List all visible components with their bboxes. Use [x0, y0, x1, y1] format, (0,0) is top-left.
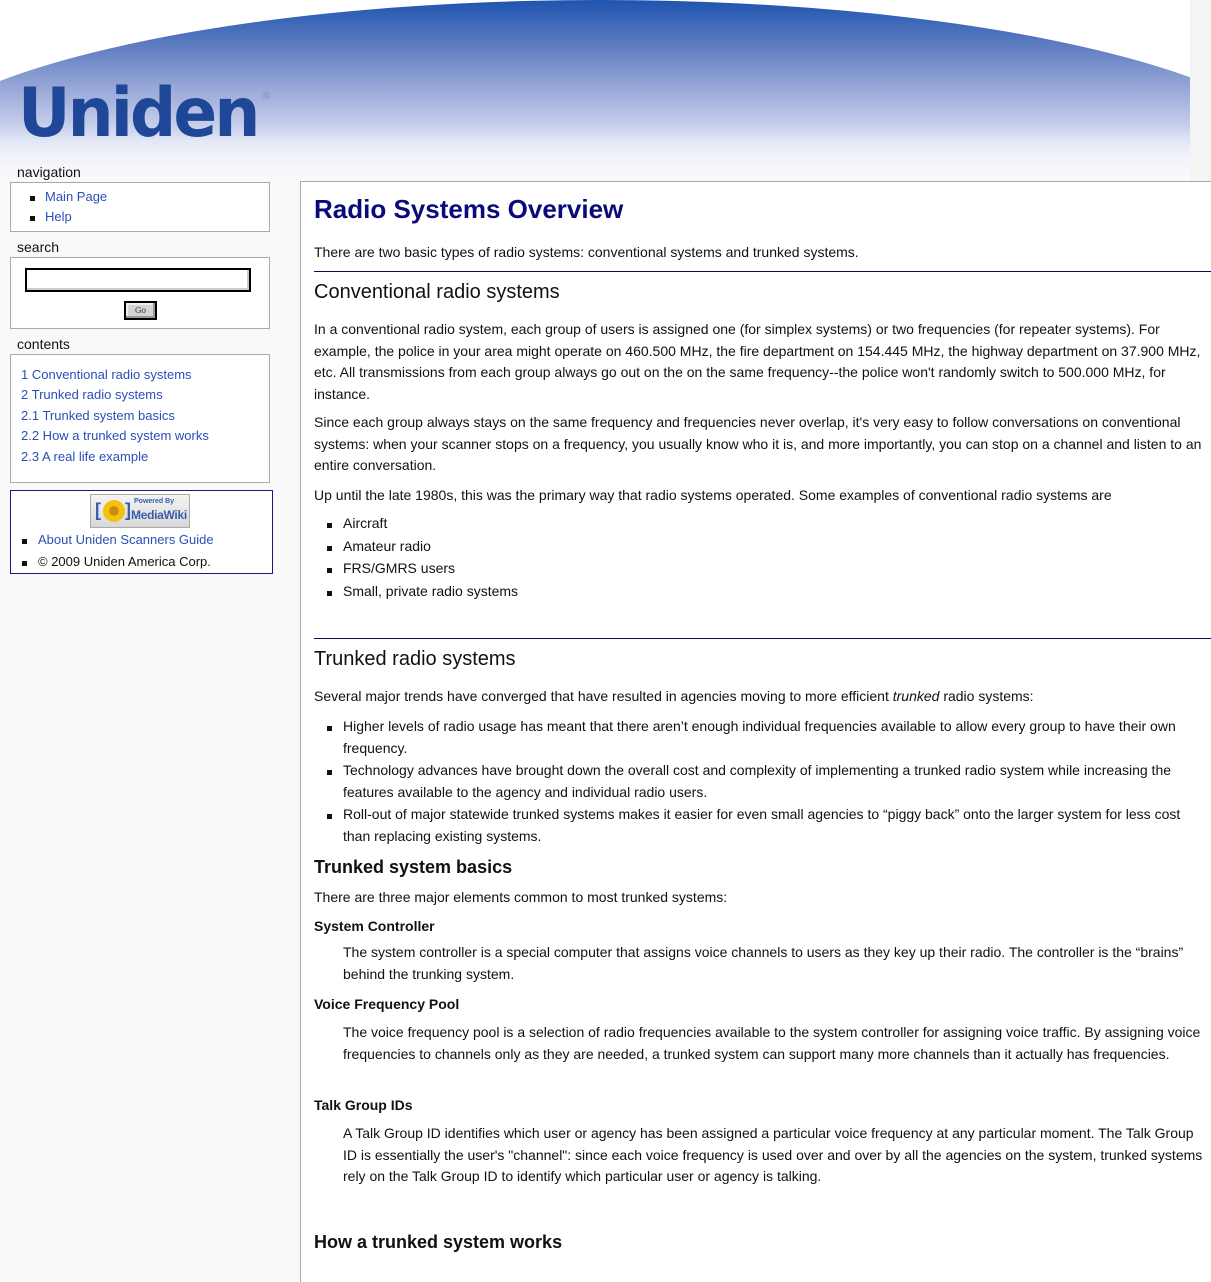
footer-item-copyright: © 2009 Uniden America Corp. — [11, 551, 214, 573]
list-item: Amateur radio — [314, 535, 1206, 558]
section-divider — [314, 271, 1211, 272]
search-title: search — [17, 239, 60, 255]
toc-link-how-it-works[interactable]: 2.2 How a trunked system works — [21, 427, 209, 445]
trunked-emphasis: trunked — [892, 688, 940, 704]
contents-box: 1 Conventional radio systems 2 Trunked r… — [10, 354, 270, 483]
toc-link-trunked[interactable]: 2 Trunked radio systems — [21, 386, 163, 404]
nav-item-help: Help — [11, 207, 269, 227]
navigation-list: Main Page Help — [11, 183, 269, 227]
main-page-link[interactable]: Main Page — [45, 189, 107, 204]
search-input[interactable] — [25, 268, 251, 292]
toc-link-trunked-basics[interactable]: 2.1 Trunked system basics — [21, 407, 175, 425]
powered-by-mediawiki-badge[interactable]: [ ] Powered By MediaWiki — [90, 494, 190, 528]
trunked-intro: Several major trends have converged that… — [314, 686, 1206, 708]
trunked-intro-text-end: radio systems: — [939, 688, 1034, 704]
definition-talk-group-ids: A Talk Group ID identifies which user or… — [343, 1125, 1203, 1184]
badge-powered-text: Powered By — [134, 498, 175, 505]
footer-box: [ ] Powered By MediaWiki About Uniden Sc… — [10, 490, 273, 574]
conventional-paragraph-3: Up until the late 1980s, this was the pr… — [314, 487, 1112, 503]
navigation-box: Main Page Help — [10, 182, 270, 232]
copyright-text: © 2009 Uniden America Corp. — [38, 554, 211, 569]
sunflower-icon — [103, 500, 125, 522]
list-item: Small, private radio systems — [314, 580, 1206, 603]
list-item: Technology advances have brought down th… — [314, 759, 1206, 803]
term-voice-frequency-pool: Voice Frequency Pool — [314, 996, 460, 1012]
toc-link-conventional[interactable]: 1 Conventional radio systems — [21, 366, 192, 384]
conventional-examples-list: Aircraft Amateur radio FRS/GMRS users Sm… — [314, 512, 1206, 602]
term-talk-group-ids: Talk Group IDs — [314, 1097, 413, 1113]
trunked-trends-list: Higher levels of radio usage has meant t… — [314, 715, 1206, 847]
badge-bracket-left: [ — [95, 500, 101, 520]
intro-paragraph: There are two basic types of radio syste… — [314, 244, 859, 260]
about-link[interactable]: About Uniden Scanners Guide — [38, 532, 214, 547]
list-item: Higher levels of radio usage has meant t… — [314, 715, 1206, 759]
contents-title: contents — [17, 336, 70, 352]
trunked-intro-text: Several major trends have converged that… — [314, 688, 893, 704]
conventional-paragraph-1: In a conventional radio system, each gro… — [314, 321, 1201, 402]
list-item: Roll-out of major statewide trunked syst… — [314, 803, 1206, 847]
term-system-controller: System Controller — [314, 918, 435, 934]
how-it-works-heading: How a trunked system works — [314, 1232, 563, 1252]
badge-mediawiki-text: MediaWiki — [131, 508, 187, 522]
section-divider — [314, 638, 1211, 639]
go-button[interactable]: Go — [124, 301, 157, 320]
toc-link-real-life-example[interactable]: 2.3 A real life example — [21, 448, 148, 466]
list-item: FRS/GMRS users — [314, 557, 1206, 580]
definition-system-controller: The system controller is a special compu… — [343, 944, 1184, 982]
logo-text: Uniden — [18, 74, 260, 153]
footer-item-about: About Uniden Scanners Guide — [11, 529, 214, 551]
navigation-title: navigation — [17, 164, 81, 180]
trunked-heading: Trunked radio systems — [314, 648, 516, 670]
basics-heading: Trunked system basics — [314, 857, 513, 877]
page-title: Radio Systems Overview — [314, 194, 624, 224]
uniden-logo[interactable]: Uniden ® — [18, 80, 271, 148]
basics-intro: There are three major elements common to… — [314, 889, 728, 905]
footer-list: About Uniden Scanners Guide © 2009 Unide… — [11, 529, 214, 573]
nav-item-main-page: Main Page — [11, 187, 269, 207]
registered-mark: ® — [261, 91, 271, 102]
header-right-strip — [1190, 0, 1211, 181]
help-link[interactable]: Help — [45, 209, 72, 224]
article-content: Radio Systems Overview There are two bas… — [300, 181, 1211, 1282]
conventional-heading: Conventional radio systems — [314, 281, 560, 303]
list-item: Aircraft — [314, 512, 1206, 535]
search-box: Go — [10, 257, 270, 329]
definition-voice-frequency-pool: The voice frequency pool is a selection … — [343, 1024, 1201, 1062]
conventional-paragraph-2: Since each group always stays on the sam… — [314, 414, 1202, 473]
